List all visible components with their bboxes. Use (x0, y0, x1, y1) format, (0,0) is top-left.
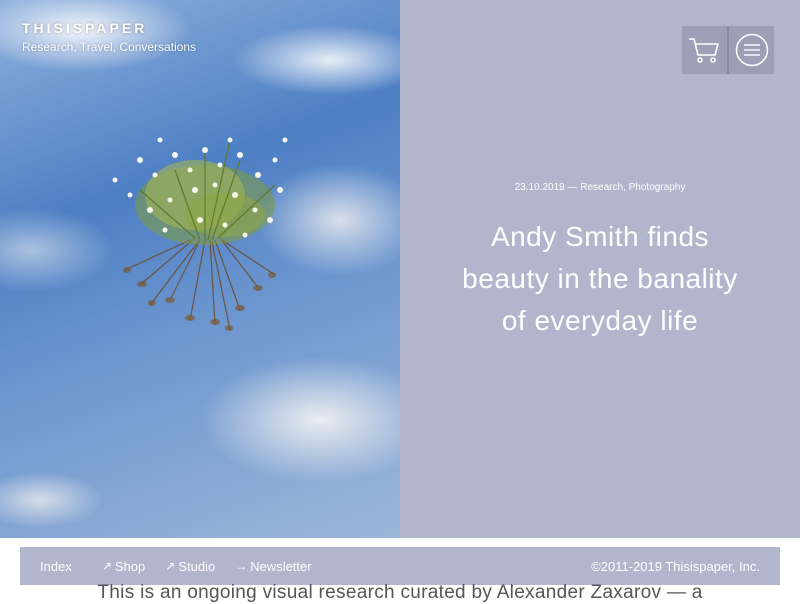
nav-studio-label: Studio (178, 558, 216, 574)
menu-button[interactable] (729, 26, 774, 74)
category-research-link[interactable]: Research (580, 182, 623, 193)
brand[interactable]: THISISPAPER Research, Travel, Conversati… (22, 20, 196, 54)
hero-image[interactable]: THISISPAPER Research, Travel, Conversati… (0, 0, 400, 538)
intro-text: This is an ongoing visual research curat… (97, 582, 703, 603)
brand-tagline: Research, Travel, Conversations (22, 40, 197, 54)
external-arrow-icon: ↗ (165, 559, 176, 573)
article-date: 23.10.2019 (514, 182, 565, 193)
nav-newsletter-label: Newsletter (250, 558, 312, 574)
nav-studio[interactable]: ↗ Studio (165, 559, 215, 574)
nav-newsletter[interactable]: → Newsletter (235, 559, 311, 574)
cart-button[interactable] (682, 26, 727, 74)
footer-nav: Index ↗ Shop ↗ Studio → Newsletter ©2011… (20, 547, 780, 585)
nav-index[interactable]: Index (40, 559, 72, 574)
menu-icon (735, 33, 768, 67)
copyright-text: ©2011-2019 Thisispaper, Inc. (591, 558, 760, 574)
article-meta: 23.10.2019 — Research, Photography (400, 182, 800, 193)
nav-shop-label: Shop (114, 558, 146, 574)
brand-name[interactable]: THISISPAPER (22, 20, 196, 36)
nav-shop[interactable]: ↗ Shop (102, 559, 145, 574)
category-photography-link[interactable]: Photography (629, 182, 686, 193)
meta-separator: — (567, 182, 578, 193)
right-arrow-icon: → (235, 559, 248, 573)
article-title[interactable]: Andy Smith finds beauty in the banality … (460, 216, 740, 342)
article-panel: 23.10.2019 — Research, Photography Andy … (400, 0, 800, 538)
cart-icon (689, 38, 720, 63)
plant-reflection-graphic (112, 137, 288, 331)
nav-index-label: Index (40, 558, 72, 574)
header-buttons (682, 26, 774, 74)
external-arrow-icon: ↗ (101, 559, 112, 573)
